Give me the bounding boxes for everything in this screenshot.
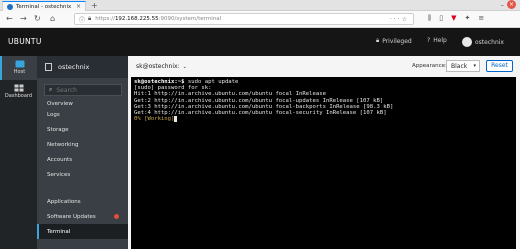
sidebar-item-label: Applications bbox=[47, 198, 81, 205]
terminal-cursor bbox=[174, 116, 178, 123]
sidebar-item-overview[interactable]: Overview bbox=[37, 100, 128, 107]
window-close-button[interactable]: × bbox=[507, 0, 516, 9]
tab-close-icon[interactable]: × bbox=[76, 3, 81, 10]
sidebar-item-storage[interactable]: Storage bbox=[37, 122, 128, 137]
url-actions: ···☆ bbox=[390, 16, 409, 23]
url-host: 192.168.225.55 bbox=[114, 16, 159, 22]
appearance-label: Appearance: bbox=[412, 63, 447, 69]
host-nav-list: Overview Logs Storage Networking Account… bbox=[37, 100, 128, 239]
terminal-progress-line: 0% [Working] bbox=[134, 116, 513, 123]
chevron-down-icon: ▾ bbox=[473, 63, 476, 69]
terminal-command: sudo apt update bbox=[184, 79, 239, 85]
extension-icon[interactable]: ▼ bbox=[451, 14, 456, 23]
user-menu[interactable]: ostechnix bbox=[462, 37, 504, 47]
browser-toolbar: ← → ↻ ⌂ ⓘ 🔒︎ https://192.168.225.55:9090… bbox=[0, 11, 520, 28]
rail-item-dashboard[interactable]: Dashboard bbox=[0, 80, 37, 104]
sidebar-item-logs[interactable]: Logs bbox=[37, 107, 128, 122]
window-minimize-button[interactable]: – bbox=[501, 1, 505, 9]
address-bar[interactable]: ⓘ 🔒︎ https://192.168.225.55:9090/system/… bbox=[74, 13, 414, 25]
terminal-screen[interactable]: sk@ostechnix:~$ sudo apt update [sudo] pa… bbox=[131, 77, 516, 249]
forward-arrow-icon[interactable]: → bbox=[20, 14, 27, 23]
sidebar-item-label: Software Updates bbox=[47, 213, 96, 220]
chevron-down-icon: ⌄ bbox=[182, 64, 187, 70]
sidebar-item-label: Terminal bbox=[47, 228, 71, 235]
search-input[interactable] bbox=[56, 86, 117, 94]
server-icon bbox=[45, 63, 52, 71]
privileged-label: Privileged bbox=[382, 37, 412, 45]
sidebar-item-terminal[interactable]: Terminal bbox=[37, 224, 128, 239]
sidebar-item-services[interactable]: Services bbox=[37, 167, 128, 182]
help-menu[interactable]: ? Help bbox=[427, 37, 447, 44]
sidebar-item-label: Networking bbox=[47, 141, 79, 148]
host-icon bbox=[15, 60, 24, 68]
rail-item-host[interactable]: Host bbox=[0, 56, 37, 80]
help-label: Help bbox=[433, 37, 447, 44]
terminal-page: sk@ostechnix: ⌄ Appearance: Black ▾ Reset… bbox=[128, 56, 520, 249]
search-icon: ⌕ bbox=[49, 86, 53, 93]
privileged-indicator[interactable]: 🔒︎ Privileged bbox=[376, 37, 412, 45]
terminal-progress: 0% [Working] bbox=[134, 116, 175, 123]
browser-tab[interactable]: Terminal - ostechnix × bbox=[2, 1, 86, 11]
nav-search[interactable]: ⌕ bbox=[44, 84, 122, 96]
sidebar-item-applications[interactable]: Applications bbox=[37, 194, 128, 209]
extension-puzzle-icon[interactable]: ✦ bbox=[464, 14, 470, 23]
url-path: :9090/system/terminal bbox=[158, 16, 222, 22]
host-title[interactable]: ostechnix bbox=[37, 56, 128, 78]
sidebar-item-label: Accounts bbox=[47, 156, 73, 163]
back-arrow-icon[interactable]: ← bbox=[6, 14, 13, 23]
sidebar-icon[interactable]: ▯ bbox=[439, 14, 443, 23]
url-scheme: https:// bbox=[95, 16, 115, 22]
avatar bbox=[462, 37, 472, 47]
bookmark-star-icon[interactable]: ☆ bbox=[402, 16, 409, 23]
home-icon[interactable]: ⌂ bbox=[50, 14, 55, 23]
sidebar-item-label: Overview bbox=[47, 101, 73, 107]
library-icon[interactable]: ⫼ bbox=[428, 14, 431, 23]
update-alert-badge bbox=[114, 214, 119, 219]
sidebar-item-label: Logs bbox=[47, 111, 60, 118]
appearance-value: Black bbox=[451, 62, 468, 70]
tab-title: Terminal - ostechnix bbox=[16, 3, 72, 10]
new-tab-button[interactable]: + bbox=[91, 1, 98, 10]
sidebar-item-label: Storage bbox=[47, 126, 69, 133]
rail-item-label: Dashboard bbox=[4, 93, 33, 99]
username-label: ostechnix bbox=[475, 38, 504, 46]
dashboard-icon bbox=[14, 84, 23, 92]
terminal-prompt: sk@ostechnix:~$ bbox=[134, 79, 185, 85]
reset-button[interactable]: Reset bbox=[486, 60, 513, 72]
rail-item-label: Host bbox=[13, 69, 26, 75]
lock-icon: 🔒︎ bbox=[376, 37, 380, 44]
host-navigation: ostechnix ⌕ Overview Logs Storage Networ… bbox=[37, 56, 128, 249]
host-name: ostechnix bbox=[58, 63, 90, 71]
cockpit-favicon-icon bbox=[7, 3, 13, 10]
url-text: https://192.168.225.55:9090/system/termi… bbox=[95, 16, 221, 22]
sidebar-item-networking[interactable]: Networking bbox=[37, 137, 128, 152]
session-host: sk@ostechnix: bbox=[136, 63, 180, 70]
lock-icon[interactable]: 🔒︎ bbox=[88, 15, 91, 23]
sidebar-item-software-updates[interactable]: Software Updates bbox=[37, 209, 128, 224]
app-header: UBUNTU 🔒︎ Privileged ? Help ostechnix bbox=[0, 28, 520, 56]
browser-tab-strip: Terminal - ostechnix × + – × bbox=[0, 0, 520, 11]
toolbar-icons: ⫼ ▯ ▼ ✦ ≡ bbox=[428, 14, 484, 23]
brand-title: UBUNTU bbox=[8, 37, 42, 46]
help-icon: ? bbox=[427, 37, 431, 44]
appearance-select[interactable]: Black ▾ bbox=[446, 60, 480, 72]
terminal-session-title[interactable]: sk@ostechnix: ⌄ bbox=[136, 63, 187, 70]
reload-icon[interactable]: ↻ bbox=[34, 14, 41, 23]
sidebar-item-accounts[interactable]: Accounts bbox=[37, 152, 128, 167]
page-actions-icon[interactable]: ··· bbox=[390, 16, 402, 23]
menu-icon[interactable]: ≡ bbox=[478, 14, 484, 23]
sidebar-item-label: Services bbox=[47, 171, 71, 178]
nav-divider bbox=[37, 182, 128, 194]
info-icon[interactable]: ⓘ bbox=[79, 15, 85, 24]
host-switcher-rail: Host Dashboard bbox=[0, 56, 37, 249]
